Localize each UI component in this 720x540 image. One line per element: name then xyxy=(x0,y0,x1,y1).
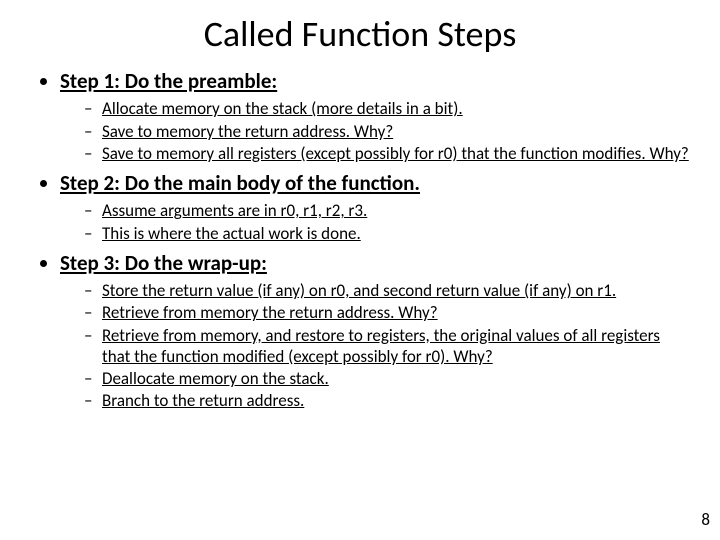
list-item: Retrieve from memory, and restore to reg… xyxy=(84,325,692,368)
step-3-heading: Step 3: Do the wrap-up: xyxy=(60,250,267,276)
step-3: Step 3: Do the wrap-up: Store the return… xyxy=(60,250,692,412)
step-1: Step 1: Do the preamble: Allocate memory… xyxy=(60,68,692,164)
step-2-items: Assume arguments are in r0, r1, r2, r3. … xyxy=(60,200,692,244)
slide-title: Called Function Steps xyxy=(0,0,720,64)
list-item: Deallocate memory on the stack. xyxy=(84,368,692,389)
step-3-items: Store the return value (if any) on r0, a… xyxy=(60,280,692,412)
step-2: Step 2: Do the main body of the function… xyxy=(60,170,692,244)
step-1-items: Allocate memory on the stack (more detai… xyxy=(60,98,692,164)
step-2-heading: Step 2: Do the main body of the function… xyxy=(60,170,420,196)
list-item: Save to memory the return address. Why? xyxy=(84,121,692,142)
list-item: Assume arguments are in r0, r1, r2, r3. xyxy=(84,200,692,221)
list-item: Retrieve from memory the return address.… xyxy=(84,302,692,323)
list-item: This is where the actual work is done. xyxy=(84,223,692,244)
step-list: Step 1: Do the preamble: Allocate memory… xyxy=(28,68,692,412)
list-item: Store the return value (if any) on r0, a… xyxy=(84,280,692,301)
slide-content: Step 1: Do the preamble: Allocate memory… xyxy=(0,68,720,412)
page-number: 8 xyxy=(701,509,710,530)
list-item: Branch to the return address. xyxy=(84,390,692,411)
step-1-heading: Step 1: Do the preamble: xyxy=(60,68,277,94)
list-item: Allocate memory on the stack (more detai… xyxy=(84,98,692,119)
slide: Called Function Steps Step 1: Do the pre… xyxy=(0,0,720,540)
list-item: Save to memory all registers (except pos… xyxy=(84,143,692,164)
